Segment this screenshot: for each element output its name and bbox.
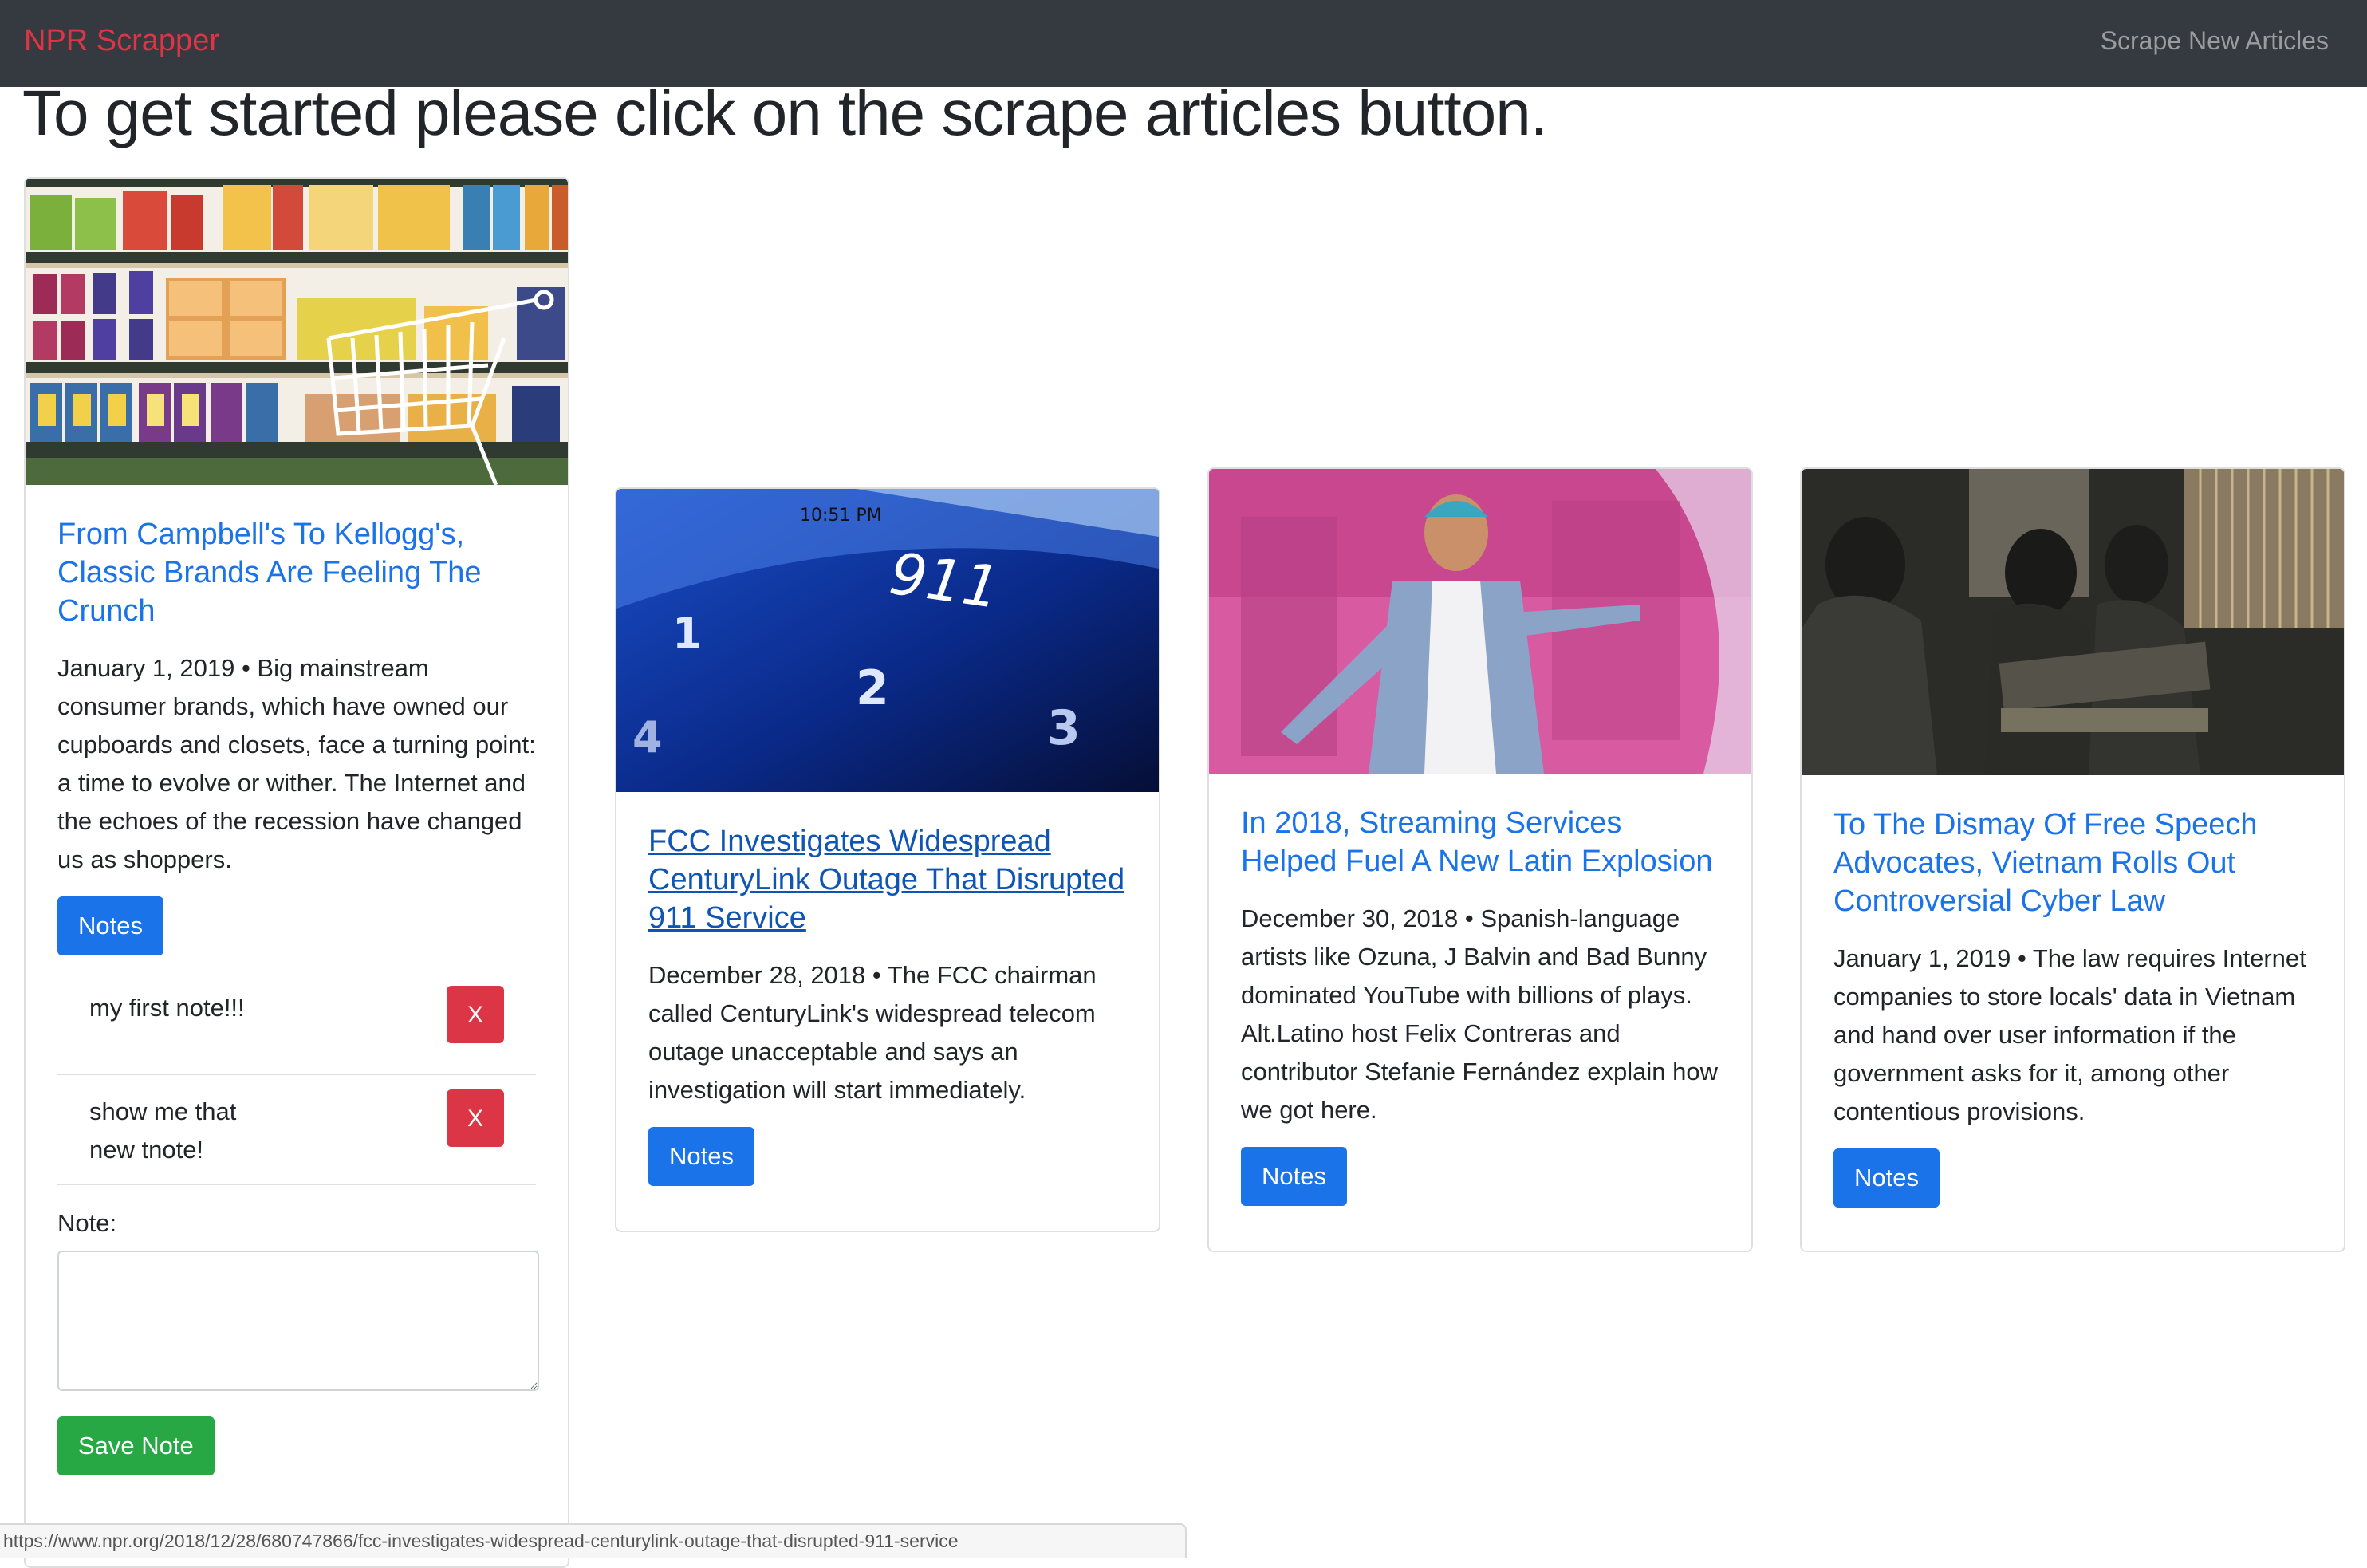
- notes-button[interactable]: Notes: [648, 1127, 754, 1186]
- notes-list: my first note!!! X show me that new tnot…: [57, 971, 536, 1185]
- card-body: FCC Investigates Widespread CenturyLink …: [616, 792, 1159, 1218]
- article-card: 911 1 2 3 4 10:51 PM FCC Investigates Wi…: [615, 487, 1160, 1232]
- navbar: NPR Scrapper Scrape New Articles: [0, 0, 2367, 87]
- article-summary: December 28, 2018 • The FCC chairman cal…: [648, 961, 1097, 1104]
- phone-911-photo: 911 1 2 3 4 10:51 PM: [616, 489, 1159, 792]
- note-label: Note:: [57, 1209, 117, 1237]
- note-text: show me that new tnote!: [89, 1097, 237, 1164]
- grocery-shelf-illustration: [26, 179, 568, 485]
- card-body: In 2018, Streaming Services Helped Fuel …: [1209, 774, 1751, 1238]
- card-body: From Campbell's To Kellogg's, Classic Br…: [26, 485, 568, 1507]
- link-status-bar: https://www.npr.org/2018/12/28/680747866…: [0, 1523, 1187, 1558]
- note-item: show me that new tnote! X: [57, 1075, 536, 1185]
- svg-text:10:51 PM: 10:51 PM: [800, 506, 882, 526]
- article-title-link[interactable]: From Campbell's To Kellogg's, Classic Br…: [57, 515, 536, 630]
- note-textarea[interactable]: [57, 1251, 539, 1391]
- scrape-new-articles-link[interactable]: Scrape New Articles: [2101, 26, 2329, 56]
- article-card: In 2018, Streaming Services Helped Fuel …: [1207, 467, 1753, 1252]
- card-body: To The Dismay Of Free Speech Advocates, …: [1802, 775, 2344, 1239]
- notes-button[interactable]: Notes: [1833, 1148, 1940, 1208]
- article-summary: January 1, 2019 • The law requires Inter…: [1833, 944, 2306, 1125]
- brand-link[interactable]: NPR Scrapper: [24, 24, 219, 58]
- delete-note-button[interactable]: X: [447, 1089, 504, 1147]
- performer-stage-photo: [1209, 469, 1751, 774]
- svg-text:4: 4: [632, 712, 663, 762]
- notes-button[interactable]: Notes: [1241, 1147, 1347, 1206]
- internet-cafe-photo: [1802, 469, 2344, 775]
- save-note-button[interactable]: Save Note: [57, 1416, 215, 1475]
- page-headline: To get started please click on the scrap…: [22, 77, 1548, 148]
- article-card: From Campbell's To Kellogg's, Classic Br…: [24, 177, 569, 1568]
- delete-note-button[interactable]: X: [447, 986, 504, 1043]
- notes-button[interactable]: Notes: [57, 896, 163, 955]
- svg-text:2: 2: [856, 660, 889, 716]
- note-text: my first note!!!: [89, 994, 245, 1022]
- note-item: my first note!!! X: [57, 971, 536, 1075]
- svg-text:3: 3: [1047, 700, 1081, 756]
- article-card: To The Dismay Of Free Speech Advocates, …: [1800, 467, 2345, 1252]
- article-summary: January 1, 2019 • Big mainstream consume…: [57, 654, 536, 873]
- svg-text:1: 1: [672, 609, 703, 659]
- article-title-link[interactable]: FCC Investigates Widespread CenturyLink …: [648, 822, 1127, 937]
- article-title-link[interactable]: In 2018, Streaming Services Helped Fuel …: [1241, 804, 1719, 881]
- article-title-link[interactable]: To The Dismay Of Free Speech Advocates, …: [1833, 806, 2312, 920]
- article-summary: December 30, 2018 • Spanish-language art…: [1241, 904, 1718, 1124]
